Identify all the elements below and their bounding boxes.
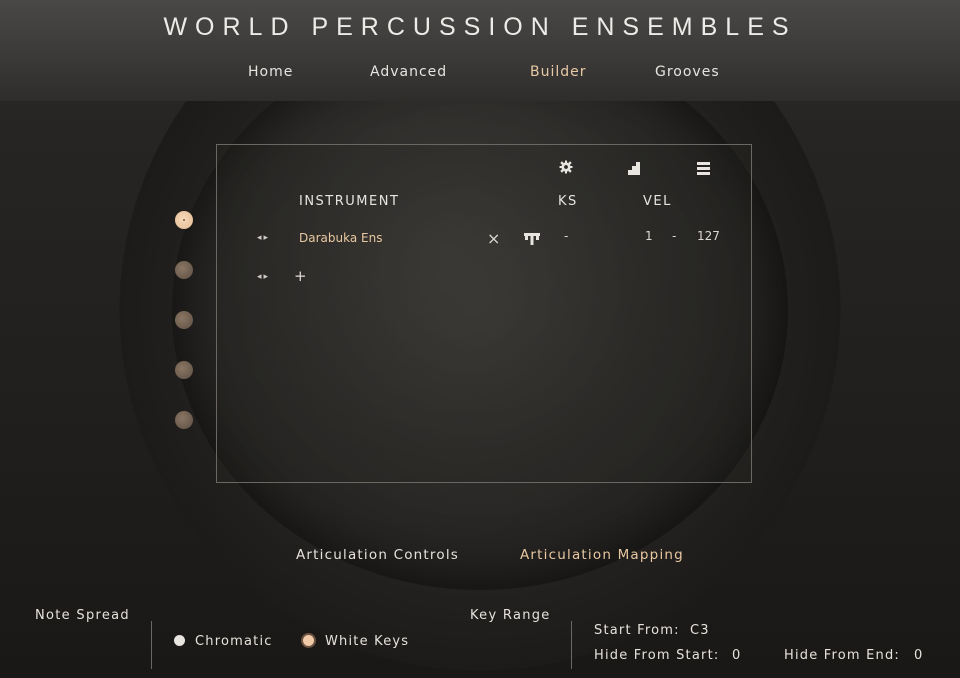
hide-from-start-label: Hide From Start: — [594, 648, 720, 663]
vel-max[interactable]: 127 — [697, 229, 720, 243]
slot-5[interactable] — [175, 411, 193, 429]
radio-white-keys[interactable] — [303, 635, 314, 646]
slot-1[interactable] — [175, 211, 193, 229]
note-spread-label: Note Spread — [35, 608, 130, 623]
nav-bar: Home Advanced Builder Grooves — [0, 64, 960, 84]
nav-builder[interactable]: Builder — [530, 64, 587, 80]
nav-grooves[interactable]: Grooves — [655, 64, 720, 80]
add-instrument-button[interactable]: + — [294, 267, 307, 285]
row-arrows[interactable]: ◂▸ — [257, 233, 270, 243]
white-keys-label[interactable]: White Keys — [325, 634, 409, 649]
instrument-name[interactable]: Darabuka Ens — [299, 231, 382, 245]
key-range-label: Key Range — [470, 608, 551, 623]
divider — [571, 621, 572, 669]
list-icon[interactable] — [697, 160, 710, 179]
tab-articulation-controls[interactable]: Articulation Controls — [296, 547, 459, 563]
column-ks: KS — [558, 194, 578, 209]
column-vel: VEL — [643, 194, 672, 209]
divider — [151, 621, 152, 669]
hide-from-end-label: Hide From End: — [784, 648, 900, 663]
vel-separator: - — [672, 229, 677, 243]
header: WORLD PERCUSSION ENSEMBLES Home Advanced… — [0, 0, 960, 101]
vel-min[interactable]: 1 — [645, 229, 653, 243]
gear-icon[interactable] — [559, 159, 573, 178]
app-title: WORLD PERCUSSION ENSEMBLES — [163, 13, 797, 41]
chromatic-label[interactable]: Chromatic — [195, 634, 273, 649]
nav-home[interactable]: Home — [248, 64, 293, 80]
remove-instrument-button[interactable]: × — [487, 229, 500, 248]
radio-chromatic[interactable] — [174, 635, 185, 646]
column-instrument: INSTRUMENT — [299, 194, 400, 209]
keyswitch-icon[interactable] — [524, 230, 540, 249]
nav-advanced[interactable]: Advanced — [370, 64, 447, 80]
slot-2[interactable] — [175, 261, 193, 279]
builder-panel: INSTRUMENT KS VEL ◂▸ Darabuka Ens × - 1 … — [216, 144, 752, 483]
slot-3[interactable] — [175, 311, 193, 329]
ks-value[interactable]: - — [564, 229, 568, 243]
stairs-icon[interactable] — [627, 160, 641, 179]
hide-from-end-value[interactable]: 0 — [914, 648, 923, 663]
add-row-arrows[interactable]: ◂▸ — [257, 272, 270, 282]
tab-articulation-mapping[interactable]: Articulation Mapping — [520, 547, 684, 563]
start-from-label: Start From: — [594, 623, 680, 638]
hide-from-start-value[interactable]: 0 — [732, 648, 741, 663]
slot-4[interactable] — [175, 361, 193, 379]
start-from-value[interactable]: C3 — [690, 623, 710, 638]
